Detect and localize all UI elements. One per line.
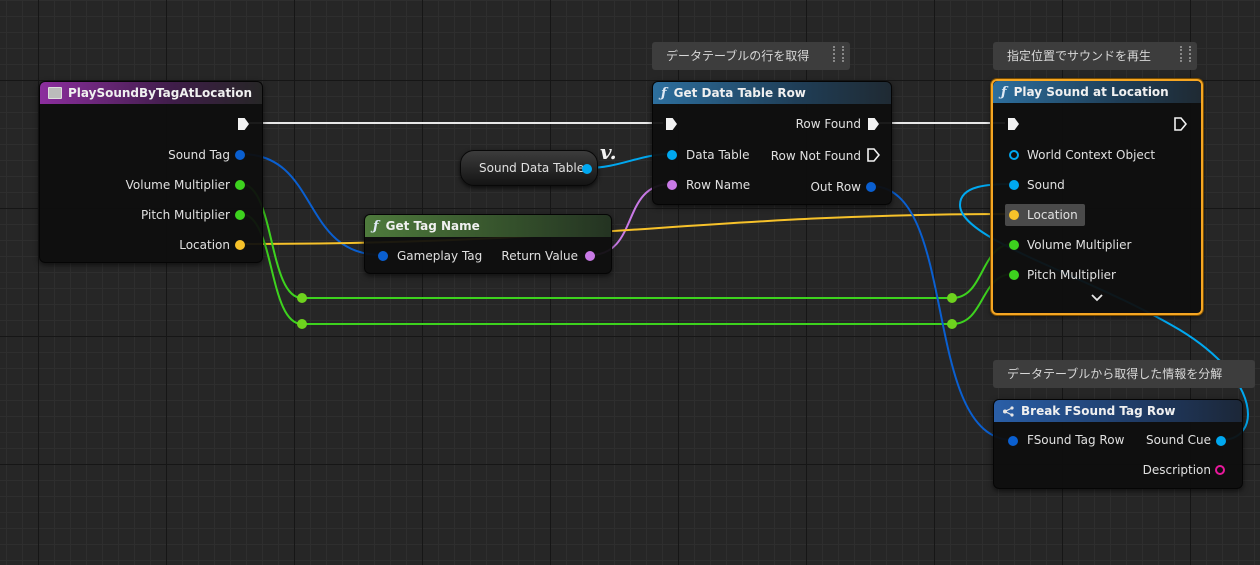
variable-sound-data-table[interactable]: Sound Data Table	[460, 150, 598, 186]
node-header[interactable]: Break FSound Tag Row	[994, 400, 1242, 422]
function-icon: ƒ	[661, 85, 667, 101]
exec-out-pin[interactable]	[1174, 117, 1187, 131]
pin-sound-data-table-out[interactable]	[582, 164, 592, 174]
pin-label-return-value: Return Value	[501, 249, 578, 263]
exec-in-pin[interactable]	[1008, 118, 1019, 130]
pin-label-gameplay-tag: Gameplay Tag	[397, 249, 483, 263]
pin-sound[interactable]	[1009, 180, 1019, 190]
node-title: PlaySoundByTagAtLocation	[68, 86, 253, 100]
pin-label-world-context-object: World Context Object	[1027, 148, 1156, 162]
pin-label-row-not-found: Row Not Found	[770, 149, 861, 163]
pin-location[interactable]	[235, 240, 245, 250]
event-node-play-sound-by-tag[interactable]: PlaySoundByTagAtLocation Sound Tag Volum…	[39, 81, 263, 263]
pin-label-row-found: Row Found	[795, 117, 861, 131]
pin-label-row-name: Row Name	[686, 178, 751, 192]
wire-location	[240, 213, 1014, 245]
comment-text: 指定位置でサウンドを再生	[1007, 49, 1152, 63]
pin-volume-multiplier[interactable]	[235, 180, 245, 190]
drag-handle-icon[interactable]	[833, 46, 844, 62]
pin-pitch-multiplier[interactable]	[1009, 270, 1019, 280]
pin-label-description: Description	[1142, 463, 1211, 477]
event-icon	[48, 87, 62, 99]
pin-label-pitch-multiplier: Pitch Multiplier	[141, 208, 230, 222]
node-header[interactable]: ƒ Get Data Table Row	[653, 82, 891, 104]
variable-label: Sound Data Table	[479, 161, 585, 175]
node-title: Get Tag Name	[385, 219, 480, 233]
pin-pitch-multiplier[interactable]	[235, 210, 245, 220]
pin-world-context-object[interactable]	[1009, 150, 1019, 160]
node-play-sound-at-location[interactable]: ƒ Play Sound at Location World Context O…	[991, 79, 1203, 315]
comment-text: データテーブルの行を取得	[666, 49, 810, 63]
pin-location[interactable]	[1009, 210, 1019, 220]
pin-label-out-row: Out Row	[810, 180, 861, 194]
comment-break-row[interactable]: データテーブルから取得した情報を分解	[993, 360, 1255, 388]
pin-label-pitch-multiplier: Pitch Multiplier	[1027, 268, 1116, 282]
reroute-node-volume-start[interactable]	[297, 293, 307, 303]
node-get-tag-name[interactable]: ƒ Get Tag Name Gameplay Tag Return Value	[364, 214, 612, 274]
pin-label-volume-multiplier: Volume Multiplier	[125, 178, 230, 192]
pin-label-volume-multiplier: Volume Multiplier	[1027, 238, 1132, 252]
pin-label-location: Location	[179, 238, 230, 252]
pin-label-location: Location	[1027, 208, 1078, 222]
pin-gameplay-tag[interactable]	[378, 251, 388, 261]
comment-get-row[interactable]: データテーブルの行を取得	[652, 42, 850, 70]
pin-data-table[interactable]	[667, 150, 677, 160]
pin-description[interactable]	[1215, 465, 1225, 475]
node-get-data-table-row[interactable]: ƒ Get Data Table Row Row Found Row Not F…	[652, 81, 892, 205]
exec-in-pin[interactable]	[666, 118, 677, 130]
pin-label-sound: Sound	[1027, 178, 1065, 192]
node-header[interactable]: PlaySoundByTagAtLocation	[40, 82, 262, 104]
pin-out-row[interactable]	[866, 182, 876, 192]
variable-v-icon: v.	[600, 140, 617, 164]
node-title: Get Data Table Row	[673, 86, 806, 100]
reroute-node-volume-end[interactable]	[947, 293, 957, 303]
function-icon: ƒ	[373, 218, 379, 234]
pin-label-sound-cue: Sound Cue	[1146, 433, 1211, 447]
exec-out-pin[interactable]	[238, 118, 249, 130]
pin-label-fsound-tag-row: FSound Tag Row	[1027, 433, 1125, 447]
pin-fsound-tag-row[interactable]	[1008, 436, 1018, 446]
exec-out-row-found[interactable]	[868, 118, 879, 130]
node-header[interactable]: ƒ Get Tag Name	[365, 215, 611, 237]
exec-out-row-not-found[interactable]	[867, 148, 880, 162]
pin-row-name[interactable]	[667, 180, 677, 190]
node-title: Break FSound Tag Row	[1021, 404, 1176, 418]
pin-return-value[interactable]	[585, 251, 595, 261]
comment-text: データテーブルから取得した情報を分解	[1007, 367, 1223, 381]
node-break-fsound-tag-row[interactable]: Break FSound Tag Row FSound Tag Row Soun…	[993, 399, 1243, 489]
function-icon: ƒ	[1001, 84, 1007, 100]
pin-sound-cue[interactable]	[1216, 436, 1226, 446]
pin-label-sound-tag: Sound Tag	[168, 148, 230, 162]
chevron-down-icon[interactable]	[1091, 294, 1103, 302]
pin-sound-tag[interactable]	[235, 150, 245, 160]
pin-label-data-table: Data Table	[686, 148, 750, 162]
comment-play-sound[interactable]: 指定位置でサウンドを再生	[993, 42, 1197, 70]
node-header[interactable]: ƒ Play Sound at Location	[993, 81, 1201, 103]
node-title: Play Sound at Location	[1013, 85, 1169, 99]
reroute-node-pitch-end[interactable]	[947, 319, 957, 329]
pin-volume-multiplier[interactable]	[1009, 240, 1019, 250]
drag-handle-icon[interactable]	[1180, 46, 1191, 62]
break-struct-icon	[1003, 405, 1014, 417]
reroute-node-pitch-start[interactable]	[297, 319, 307, 329]
